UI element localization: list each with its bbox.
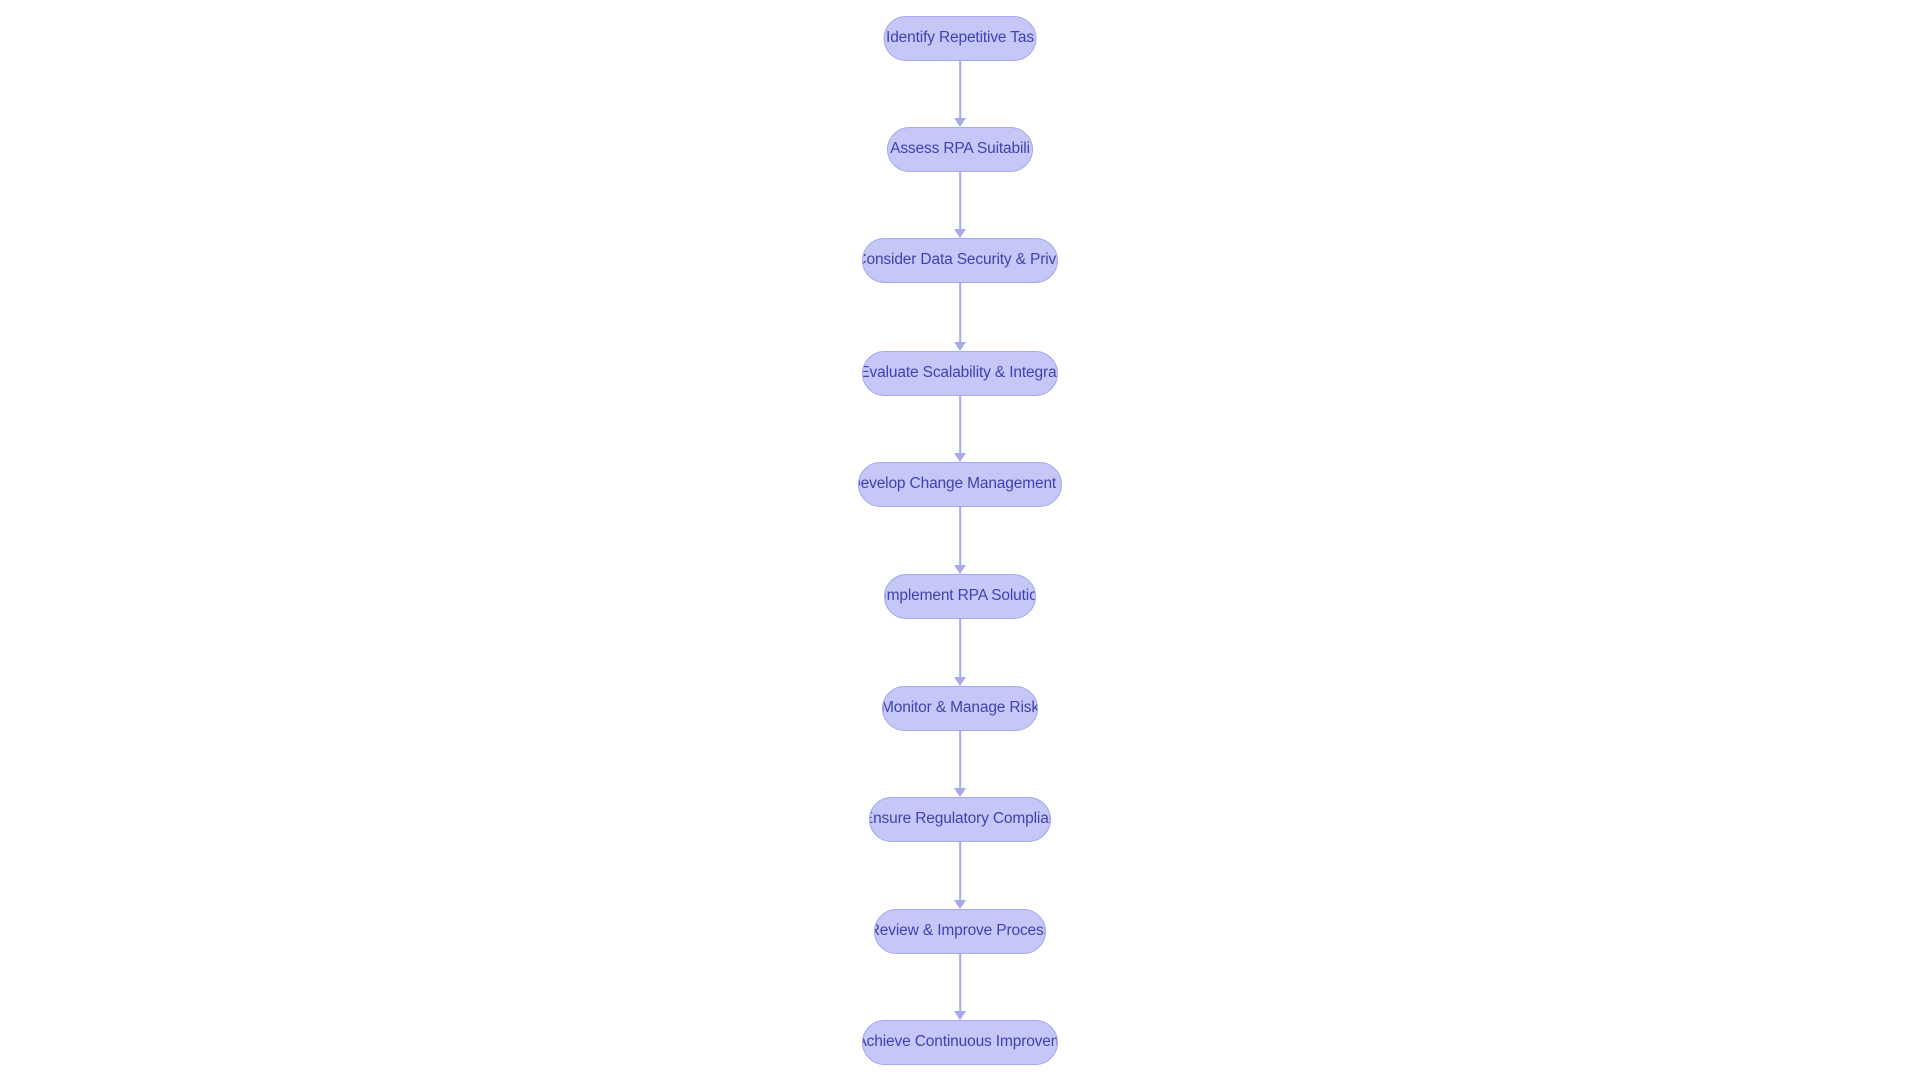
connector-line [959, 954, 961, 1011]
flow-node-label: Implement RPA Solutio [884, 587, 1036, 605]
connector-line [959, 731, 961, 788]
flow-node-label: Consider Data Security & Priva [862, 251, 1058, 269]
flow-connector [953, 507, 967, 574]
flow-node-evaluate-scalability-integration[interactable]: Evaluate Scalability & Integrat [862, 350, 1058, 396]
flow-connector [953, 842, 967, 909]
flow-node-ensure-regulatory-compliance[interactable]: Ensure Regulatory Complian [869, 796, 1051, 842]
flow-node-label: Monitor & Manage Risk [882, 699, 1038, 717]
flow-node-assess-rpa-suitability[interactable]: Assess RPA Suitabili [887, 126, 1033, 172]
flow-node-develop-change-management-plan[interactable]: Develop Change Management P [858, 461, 1062, 507]
flow-node-identify-repetitive-tasks[interactable]: Identify Repetitive Tas [883, 15, 1037, 61]
flow-connector [953, 731, 967, 797]
flow-connector [953, 954, 967, 1020]
flow-node-review-improve-process[interactable]: Review & Improve Process [874, 908, 1046, 954]
connector-line [959, 171, 961, 229]
flow-connector [953, 283, 967, 351]
flow-node-label: Evaluate Scalability & Integrat [862, 364, 1058, 382]
connector-line [959, 283, 961, 342]
connector-line [959, 507, 961, 565]
flow-node-label: Achieve Continuous Improvem [862, 1033, 1058, 1051]
flow-node-monitor-manage-risks[interactable]: Monitor & Manage Risk [882, 685, 1038, 731]
flow-connector [953, 619, 967, 686]
connector-line [959, 396, 961, 453]
flow-connector [953, 60, 967, 127]
flow-node-consider-data-security-privacy[interactable]: Consider Data Security & Priva [862, 237, 1058, 283]
connector-line [959, 842, 961, 900]
connector-line [959, 619, 961, 677]
flow-node-implement-rpa-solution[interactable]: Implement RPA Solutio [884, 573, 1036, 619]
connector-line [959, 60, 961, 118]
flow-node-label: Develop Change Management P [858, 475, 1062, 493]
flow-node-label: Assess RPA Suitabili [890, 140, 1030, 158]
flow-node-label: Identify Repetitive Tas [886, 29, 1034, 47]
flow-node-label: Ensure Regulatory Complian [869, 810, 1051, 828]
flow-node-label: Review & Improve Process [874, 922, 1046, 940]
flow-connector [953, 396, 967, 462]
flow-node-achieve-continuous-improvement[interactable]: Achieve Continuous Improvem [862, 1019, 1058, 1065]
flowchart-canvas: Identify Repetitive Tas Assess RPA Suitab… [0, 0, 1920, 1080]
flow-connector [953, 171, 967, 238]
